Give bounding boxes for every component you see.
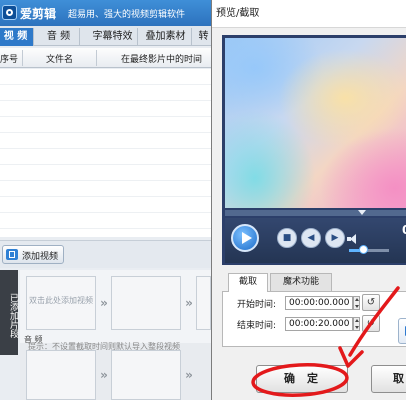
audio-clip-slot[interactable] xyxy=(26,350,96,400)
start-time-picker-button[interactable]: ↺ xyxy=(362,294,380,311)
column-filename[interactable]: 文件名 xyxy=(46,52,73,65)
volume-icon[interactable] xyxy=(347,234,359,244)
file-table-header: 序号 文件名 在最终影片中的时间 xyxy=(0,48,211,68)
play-icon[interactable] xyxy=(231,224,259,252)
screen: 爱剪辑 超易用、强大的视频剪辑软件 视 频 音 频 字幕特效 叠加素材 转 序号… xyxy=(0,0,406,400)
app-titlebar: 爱剪辑 超易用、强大的视频剪辑软件 xyxy=(0,0,211,26)
prev-frame-icon: ◀ xyxy=(307,233,315,243)
start-time-spinner[interactable] xyxy=(353,296,360,310)
list-row xyxy=(0,101,211,117)
add-video-label: 添加视频 xyxy=(22,252,59,262)
tab-overlay-materials[interactable]: 叠加素材 xyxy=(140,28,192,46)
tab-magic[interactable]: 魔术功能 xyxy=(270,273,332,291)
tab-subtitle-effects[interactable]: 字幕特效 xyxy=(88,28,138,46)
start-time-field[interactable]: 00:00:00.000 xyxy=(285,296,353,310)
prev-frame-button[interactable]: ◀ xyxy=(301,228,321,248)
cut-panel: 截取 魔术功能 开始时间: 00:00:00.000 ↺ 结束时间: 00:00… xyxy=(222,271,406,361)
end-time-field[interactable]: 00:00:20.000 xyxy=(285,317,353,331)
main-tabbar: 视 频 音 频 字幕特效 叠加素材 转 xyxy=(0,26,214,46)
end-time-spinner[interactable] xyxy=(353,317,360,331)
seek-bar[interactable] xyxy=(225,210,406,216)
volume-handle[interactable] xyxy=(359,245,368,254)
start-time-label: 开始时间: xyxy=(237,300,277,310)
app-slogan: 超易用、强大的视频剪辑软件 xyxy=(68,10,186,20)
clip-slot[interactable] xyxy=(111,276,181,330)
clip-slot-hint: 双击此处添加视频 xyxy=(29,296,93,305)
arrow-icon: » xyxy=(185,368,193,382)
cut-hint: 提示：不设置截取时间则默认导入整段视频 xyxy=(28,342,180,351)
next-frame-button[interactable]: ▶ xyxy=(325,228,345,248)
list-row xyxy=(0,165,211,181)
list-row xyxy=(0,181,211,197)
tab-video[interactable]: 视 频 xyxy=(0,28,34,46)
app-name: 爱剪辑 xyxy=(20,7,57,21)
list-row xyxy=(0,69,211,85)
video-preview xyxy=(225,38,406,208)
clip-slot-add[interactable]: 双击此处添加视频 xyxy=(26,276,96,330)
app-logo-icon xyxy=(2,5,17,20)
preview-cut-icon[interactable] xyxy=(398,318,406,344)
stop-icon: ■ xyxy=(282,233,292,243)
volume-slider[interactable] xyxy=(349,249,389,252)
add-video-button[interactable]: 添加视频 xyxy=(2,245,64,264)
time-picker-icon: ↺ xyxy=(366,297,376,308)
ok-button[interactable]: 确定 xyxy=(256,365,348,393)
video-preview-frame: ■ ◀ ▶ 00 xyxy=(222,35,406,265)
end-time-picker-button[interactable]: ↺ xyxy=(362,315,380,332)
next-frame-icon: ▶ xyxy=(331,233,339,243)
list-actionbar: 添加视频 xyxy=(0,240,211,268)
file-list[interactable] xyxy=(0,69,211,237)
add-video-icon xyxy=(6,249,18,260)
added-clips-label: 已添加片段 xyxy=(0,270,18,355)
tab-cut[interactable]: 截取 xyxy=(228,273,268,292)
list-row xyxy=(0,85,211,101)
cancel-button[interactable]: 取 xyxy=(371,365,406,393)
timecode: 00 xyxy=(402,221,406,239)
tab-audio[interactable]: 音 频 xyxy=(38,28,80,46)
preview-cut-dialog: 预览/截取 ■ ◀ ▶ 截取 魔术功能 开始时间: 00:00:00.000 ↺… xyxy=(211,0,406,400)
list-row xyxy=(0,213,211,229)
main-window: 爱剪辑 超易用、强大的视频剪辑软件 视 频 音 频 字幕特效 叠加素材 转 序号… xyxy=(0,0,214,400)
end-time-label: 结束时间: xyxy=(237,321,277,331)
seek-marker-icon xyxy=(358,210,366,215)
dialog-title: 预览/截取 xyxy=(212,0,406,28)
list-row xyxy=(0,149,211,165)
list-row xyxy=(0,117,211,133)
column-duration-in-film[interactable]: 在最终影片中的时间 xyxy=(121,52,202,65)
list-row xyxy=(0,133,211,149)
cut-panel-body: 开始时间: 00:00:00.000 ↺ 结束时间: 00:00:20.000 … xyxy=(222,291,406,347)
stop-button[interactable]: ■ xyxy=(277,228,297,248)
audio-clip-slot[interactable] xyxy=(111,350,181,400)
player-controls: ■ ◀ ▶ 00 xyxy=(225,218,406,263)
time-picker-icon: ↺ xyxy=(366,318,376,329)
arrow-icon: » xyxy=(185,296,193,310)
list-row xyxy=(0,197,211,213)
clip-slot[interactable] xyxy=(196,276,211,330)
column-index[interactable]: 序号 xyxy=(0,52,18,65)
arrow-icon: » xyxy=(100,296,108,310)
arrow-icon: » xyxy=(100,368,108,382)
